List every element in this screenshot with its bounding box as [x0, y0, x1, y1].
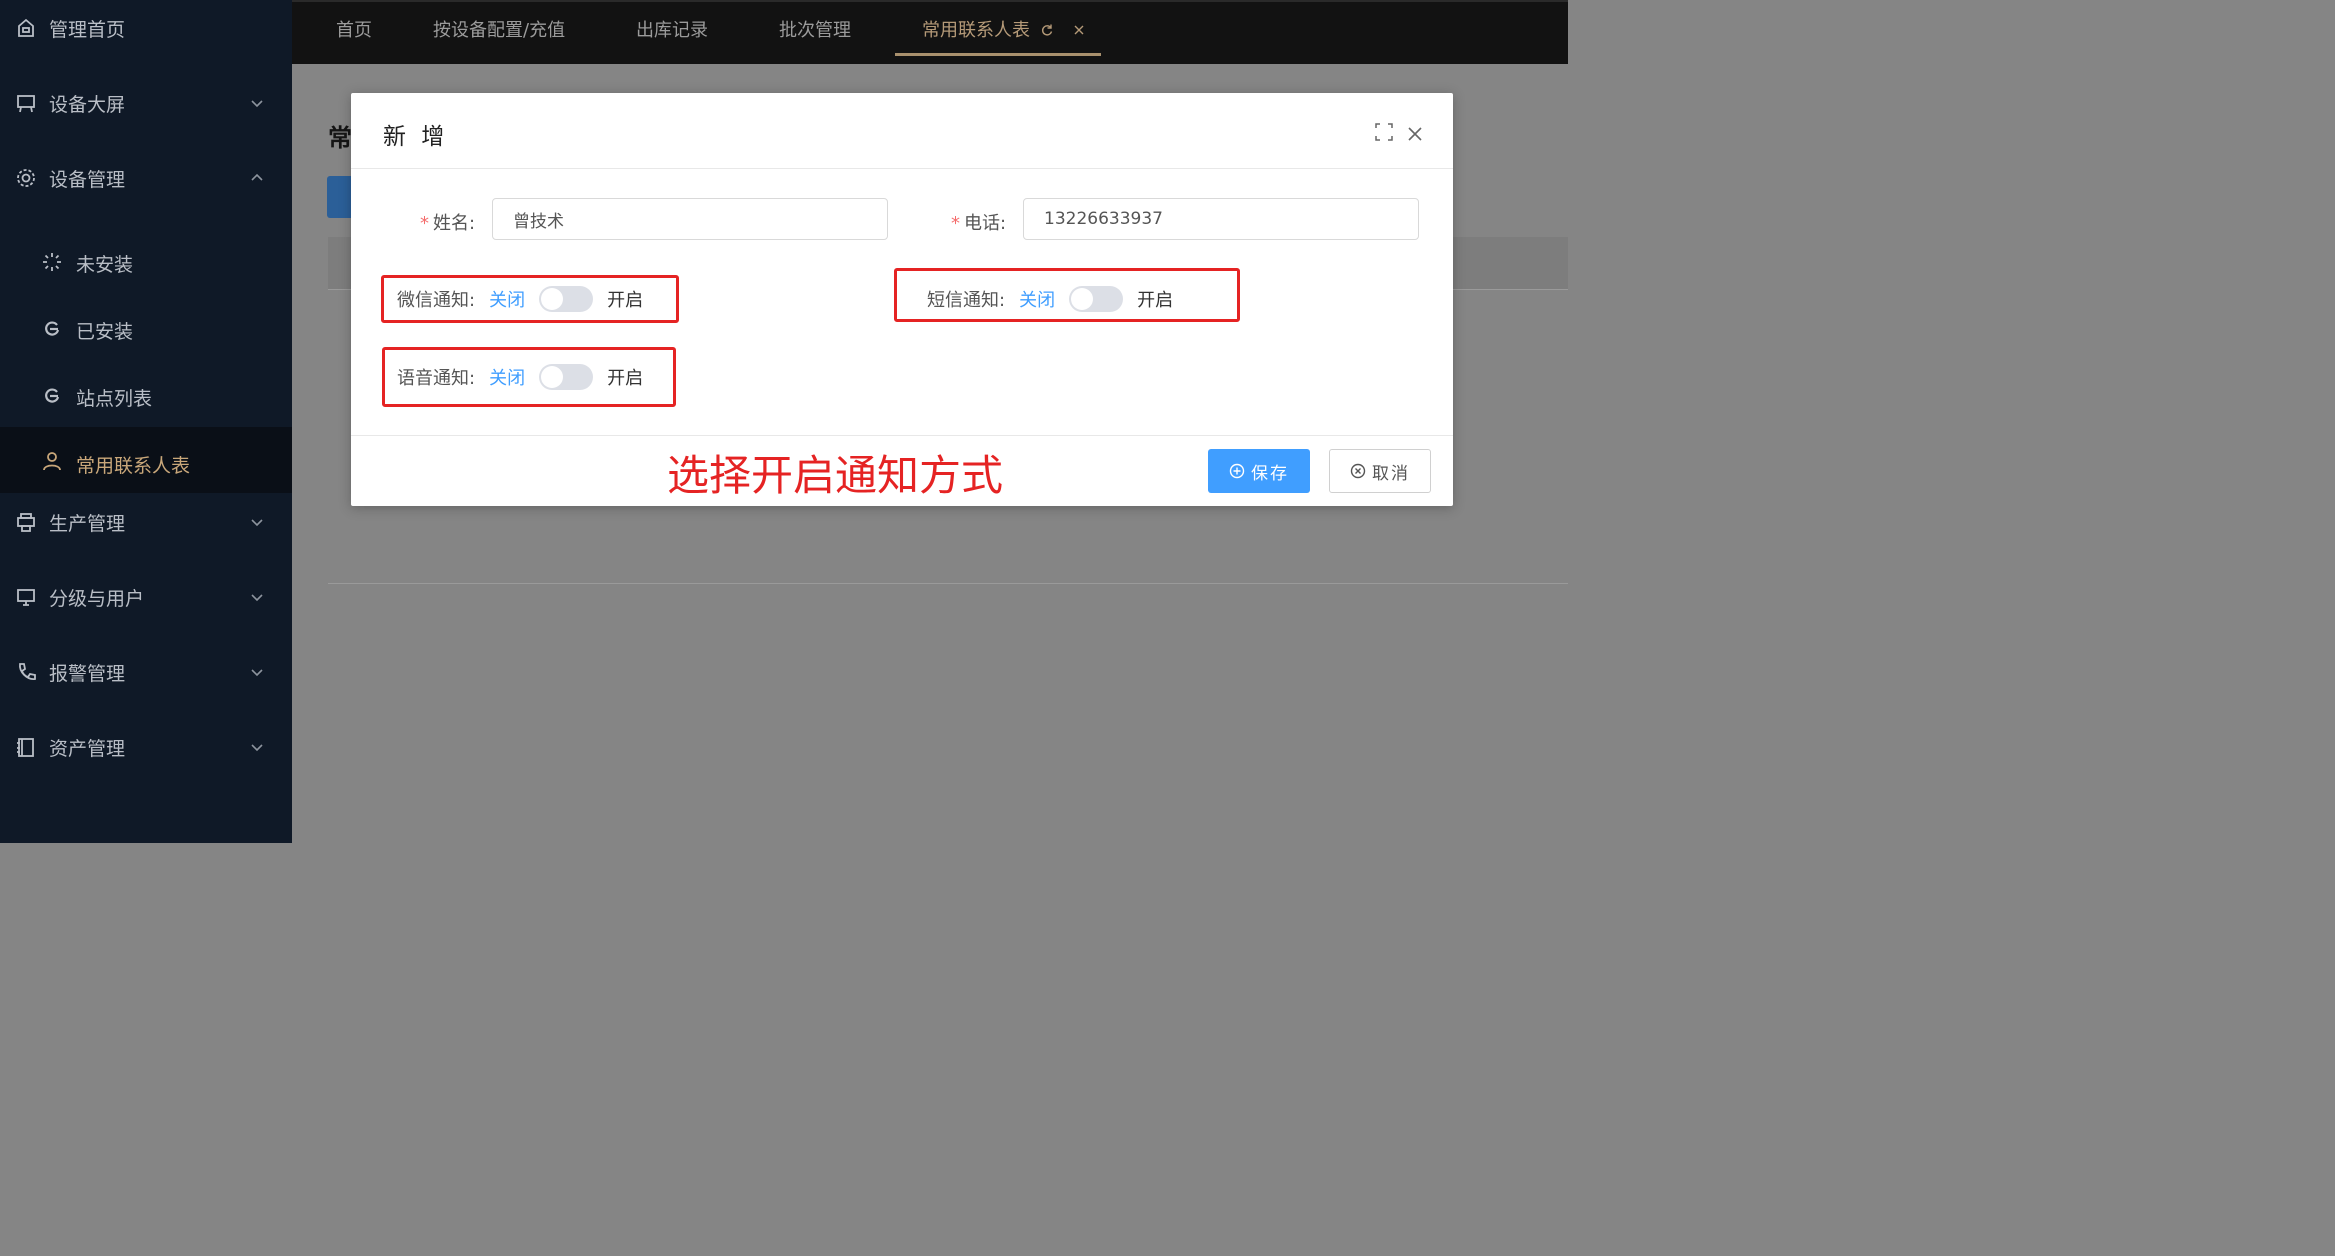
- annotation-text: 选择开启通知方式: [667, 451, 1004, 500]
- chevron-down-icon: [251, 744, 263, 752]
- required-mark: *: [951, 213, 960, 234]
- name-label-text: 姓名:: [433, 213, 476, 234]
- dialog-footer-divider: [351, 435, 1453, 436]
- page-title: 常: [328, 124, 352, 152]
- table-divider: [328, 583, 1568, 584]
- cancel-button-label: 取消: [1372, 463, 1410, 484]
- sidebar-subitem-label: 常用联系人表: [76, 455, 191, 477]
- phone-icon: [14, 660, 38, 684]
- sidebar-subitem-label: 站点列表: [76, 388, 153, 410]
- phone-input[interactable]: [1023, 198, 1419, 240]
- notebook-icon: [14, 735, 38, 759]
- chevron-down-icon: [251, 100, 263, 108]
- highlight-box: [894, 268, 1240, 322]
- plus-circle-icon: [1229, 463, 1245, 479]
- tab-device-config[interactable]: 按设备配置/充值: [433, 2, 565, 56]
- sidebar-item-label: 设备管理: [49, 168, 126, 191]
- sidebar-item-label: 生产管理: [49, 512, 126, 535]
- sidebar-subitem-label: 已安装: [76, 321, 134, 343]
- sidebar: 管理首页 设备大屏 设备管理 未安装 已安装 站点列表 常用联系人表 生产管理 …: [0, 0, 292, 843]
- highlight-box: [382, 347, 676, 407]
- save-button-label: 保存: [1251, 463, 1289, 484]
- sidebar-item-label: 管理首页: [49, 18, 126, 41]
- presentation-icon: [14, 91, 38, 115]
- monitor-icon: [14, 585, 38, 609]
- refresh-icon[interactable]: [1040, 23, 1054, 37]
- refresh-icon: [40, 317, 64, 341]
- required-mark: *: [420, 213, 429, 234]
- fullscreen-icon[interactable]: [1373, 121, 1395, 143]
- close-icon[interactable]: [1404, 123, 1426, 145]
- refresh-icon: [40, 384, 64, 408]
- close-circle-icon: [1350, 463, 1366, 479]
- tab-contacts[interactable]: 常用联系人表: [895, 2, 1101, 56]
- dialog-title: 新 增: [383, 124, 449, 150]
- chevron-down-icon: [251, 594, 263, 602]
- save-button[interactable]: 保存: [1208, 449, 1310, 493]
- name-label: * 姓名:: [420, 209, 475, 235]
- sidebar-item-label: 资产管理: [49, 737, 126, 760]
- name-input[interactable]: [492, 198, 888, 240]
- loading-icon: [40, 250, 64, 274]
- add-contact-dialog: 新 增 *姓名: *电话: 微信通知: 关闭 开启 短信通知: 关闭 开启 语音…: [351, 93, 1453, 506]
- tab-batch-management[interactable]: 批次管理: [779, 2, 851, 56]
- gear-icon: [14, 166, 38, 190]
- sidebar-item-label: 报警管理: [49, 662, 126, 685]
- printer-icon: [14, 510, 38, 534]
- user-icon: [40, 449, 64, 473]
- tab-contacts-label: 常用联系人表: [922, 20, 1030, 41]
- sidebar-subitem-label: 未安装: [76, 254, 134, 276]
- dialog-header-divider: [351, 168, 1453, 169]
- close-icon[interactable]: [1073, 24, 1085, 36]
- sidebar-item-label: 分级与用户: [49, 587, 145, 610]
- phone-label-text: 电话:: [964, 213, 1007, 234]
- chevron-up-icon: [251, 173, 263, 181]
- home-icon: [14, 16, 38, 40]
- sidebar-subitem-contacts[interactable]: 常用联系人表: [0, 427, 292, 493]
- tab-bar: 首页 按设备配置/充值 出库记录 批次管理 常用联系人表: [292, 0, 1568, 64]
- tab-home[interactable]: 首页: [336, 2, 372, 56]
- highlight-box: [381, 275, 679, 323]
- chevron-down-icon: [251, 519, 263, 527]
- tab-outbound-records[interactable]: 出库记录: [636, 2, 708, 56]
- cancel-button[interactable]: 取消: [1329, 449, 1431, 493]
- phone-label: * 电话:: [951, 209, 1006, 235]
- chevron-down-icon: [251, 669, 263, 677]
- sidebar-item-label: 设备大屏: [49, 93, 126, 116]
